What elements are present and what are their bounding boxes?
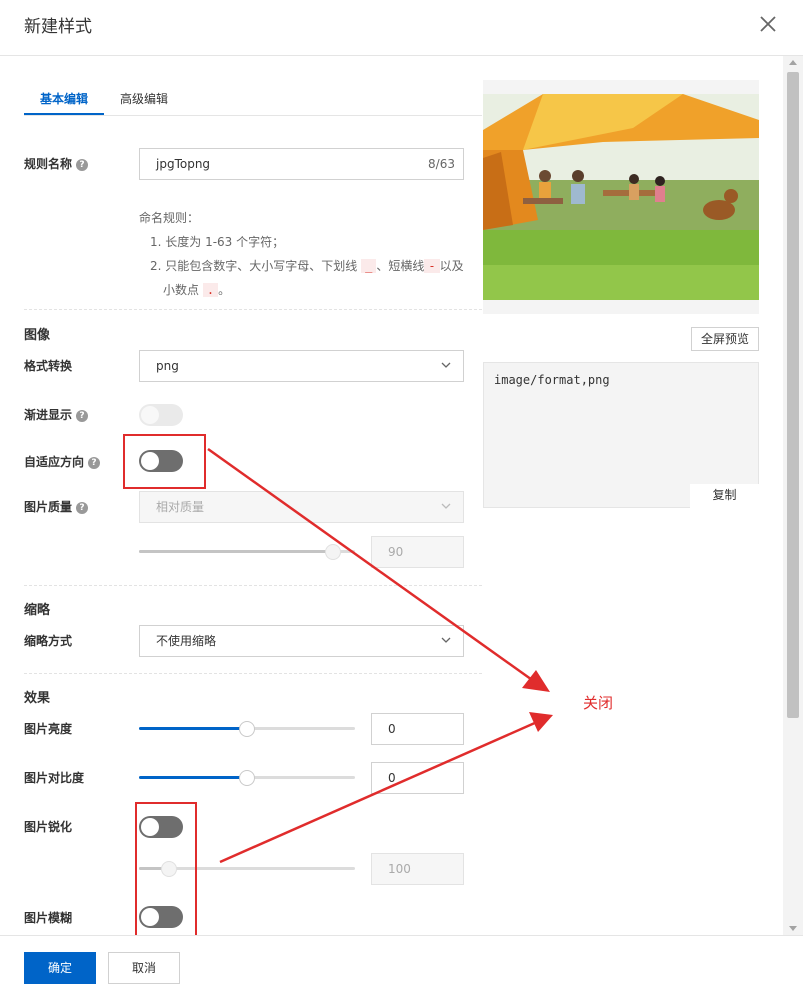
format-value: png: [156, 359, 179, 373]
slider-fill: [139, 776, 247, 779]
cancel-button[interactable]: 取消: [108, 952, 180, 984]
naming-rule-2: 2. 只能包含数字、大小写字母、下划线 _ 、短横线 - 以及: [139, 254, 469, 278]
thumbnail-section-title: 缩略: [24, 603, 51, 618]
divider: [24, 585, 482, 586]
auto-orient-label-row: 自适应方向?: [24, 453, 101, 470]
annotation-box-sharpen-blur: [135, 802, 197, 937]
quality-select[interactable]: 相对质量: [139, 491, 464, 523]
slider-handle[interactable]: [325, 544, 341, 560]
style-code-box: image/format,png 复制: [483, 362, 759, 508]
naming-rule-1: 1. 长度为 1-63 个字符；: [150, 235, 285, 249]
style-code: image/format,png: [494, 373, 610, 387]
rule-2-text: 以及: [439, 259, 464, 273]
rule-2-text: 小数点: [163, 283, 200, 297]
fullscreen-preview-button[interactable]: 全屏预览: [691, 327, 759, 351]
preview-image: [483, 80, 759, 314]
char-count: 8/63: [428, 157, 455, 171]
auto-orient-label: 自适应方向: [24, 455, 85, 469]
slider-handle[interactable]: [239, 721, 255, 737]
brightness-slider[interactable]: [139, 721, 355, 737]
thumbnail-mode-select[interactable]: 不使用缩略: [139, 625, 464, 657]
image-section-title: 图像: [24, 328, 51, 343]
naming-rules-title: 命名规则：: [139, 211, 200, 225]
close-icon[interactable]: [756, 12, 780, 36]
sharpen-value: 100: [388, 862, 411, 876]
format-label: 格式转换: [24, 359, 73, 373]
sharpen-value-input[interactable]: 100: [371, 853, 464, 885]
help-icon[interactable]: ?: [76, 158, 89, 171]
progressive-label: 渐进显示: [24, 408, 73, 422]
scroll-down-icon[interactable]: [789, 926, 797, 931]
chevron-down-icon: [441, 362, 451, 368]
effects-section-title: 效果: [24, 691, 51, 706]
camping-photo: [483, 80, 759, 300]
hyphen-code: -: [424, 259, 440, 273]
quality-label: 图片质量: [24, 500, 73, 514]
scroll-up-icon[interactable]: [789, 60, 797, 65]
confirm-button[interactable]: 确定: [24, 952, 96, 984]
rule-name-label-row: 规则名称?: [24, 155, 89, 172]
blur-label: 图片模糊: [24, 911, 73, 925]
tab-bar: 基本编辑 高级编辑: [24, 80, 482, 116]
tab-advanced-edit[interactable]: 高级编辑: [120, 90, 168, 107]
dialog-footer: 确定 取消: [0, 935, 803, 999]
rule-name-value: jpgTopng: [156, 157, 211, 171]
contrast-slider[interactable]: [139, 770, 355, 786]
brightness-value-input[interactable]: 0: [371, 713, 464, 745]
quality-label-row: 图片质量?: [24, 498, 89, 515]
active-tab-indicator: [24, 113, 104, 115]
annotation-text: 关闭: [583, 694, 614, 712]
slider-handle[interactable]: [239, 770, 255, 786]
chevron-down-icon: [441, 637, 451, 643]
rule-name-input[interactable]: jpgTopng 8/63: [139, 148, 464, 180]
format-select[interactable]: png: [139, 350, 464, 382]
toggle-knob: [141, 406, 159, 424]
quality-value: 90: [388, 545, 404, 559]
naming-rules: 命名规则： 1. 长度为 1-63 个字符； 2. 只能包含数字、大小写字母、下…: [139, 206, 469, 302]
rule-name-label: 规则名称: [24, 157, 73, 171]
copy-button[interactable]: 复制: [690, 484, 759, 508]
contrast-label: 图片对比度: [24, 771, 85, 785]
dot-code: .: [202, 283, 219, 297]
quality-slider[interactable]: [139, 544, 355, 560]
rule-2-text: 。: [218, 283, 231, 297]
divider: [24, 309, 482, 310]
tab-basic-edit[interactable]: 基本编辑: [40, 90, 88, 107]
contrast-value: 0: [388, 771, 396, 785]
brightness-label: 图片亮度: [24, 722, 73, 736]
rule-2-text: 、短横线: [376, 259, 425, 273]
annotation-box-auto-orient: [123, 434, 206, 489]
brightness-value: 0: [388, 722, 396, 736]
progressive-toggle[interactable]: [139, 404, 183, 426]
dialog-title: 新建样式: [24, 17, 92, 37]
scrollbar-thumb[interactable]: [787, 72, 799, 718]
slider-fill: [139, 727, 247, 730]
naming-rule-2-cont: 小数点 .。: [139, 278, 469, 302]
progressive-label-row: 渐进显示?: [24, 406, 89, 423]
thumbnail-mode-value: 不使用缩略: [156, 634, 217, 648]
slider-fill: [139, 550, 333, 553]
sharpen-label: 图片锐化: [24, 820, 73, 834]
underscore-code: _: [361, 259, 377, 273]
scrollbar[interactable]: [783, 56, 803, 935]
contrast-value-input[interactable]: 0: [371, 762, 464, 794]
rule-2-text: 2. 只能包含数字、大小写字母、下划线: [150, 259, 358, 273]
quality-select-value: 相对质量: [156, 500, 205, 514]
chevron-down-icon: [441, 503, 451, 509]
divider: [24, 673, 482, 674]
help-icon[interactable]: ?: [76, 409, 89, 422]
thumbnail-mode-label: 缩略方式: [24, 634, 73, 648]
dialog-header: 新建样式: [0, 0, 803, 56]
help-icon[interactable]: ?: [88, 456, 101, 469]
help-icon[interactable]: ?: [76, 501, 89, 514]
quality-value-input[interactable]: 90: [371, 536, 464, 568]
